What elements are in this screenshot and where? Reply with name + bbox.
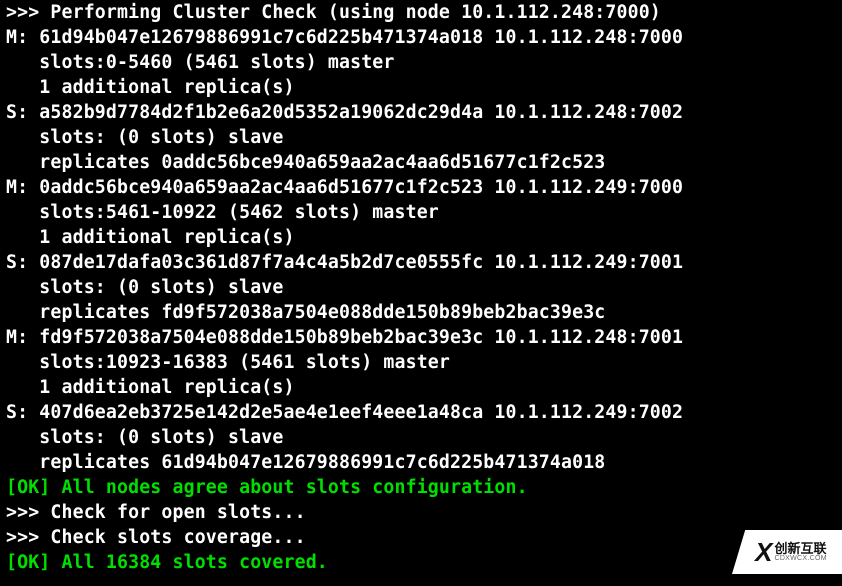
terminal-output[interactable]: >>> Performing Cluster Check (using node… <box>0 0 842 575</box>
watermark-x-icon: X <box>755 537 770 568</box>
ok-config-line: [OK] All nodes agree about slots configu… <box>6 477 528 498</box>
check-open-slots: >>> Check for open slots... <box>6 502 306 523</box>
watermark-en: CDXWCX.COM <box>774 555 826 562</box>
node-line: M: 61d94b047e12679886991c7c6d225b471374a… <box>6 27 683 473</box>
check-slots-coverage: >>> Check slots coverage... <box>6 527 306 548</box>
watermark-logo: X 创新互联 CDXWCX.COM <box>732 530 842 574</box>
cluster-check-header: >>> Performing Cluster Check (using node… <box>6 2 661 23</box>
ok-covered-line: [OK] All 16384 slots covered. <box>6 552 328 573</box>
watermark-cn: 创新互联 <box>774 542 826 555</box>
